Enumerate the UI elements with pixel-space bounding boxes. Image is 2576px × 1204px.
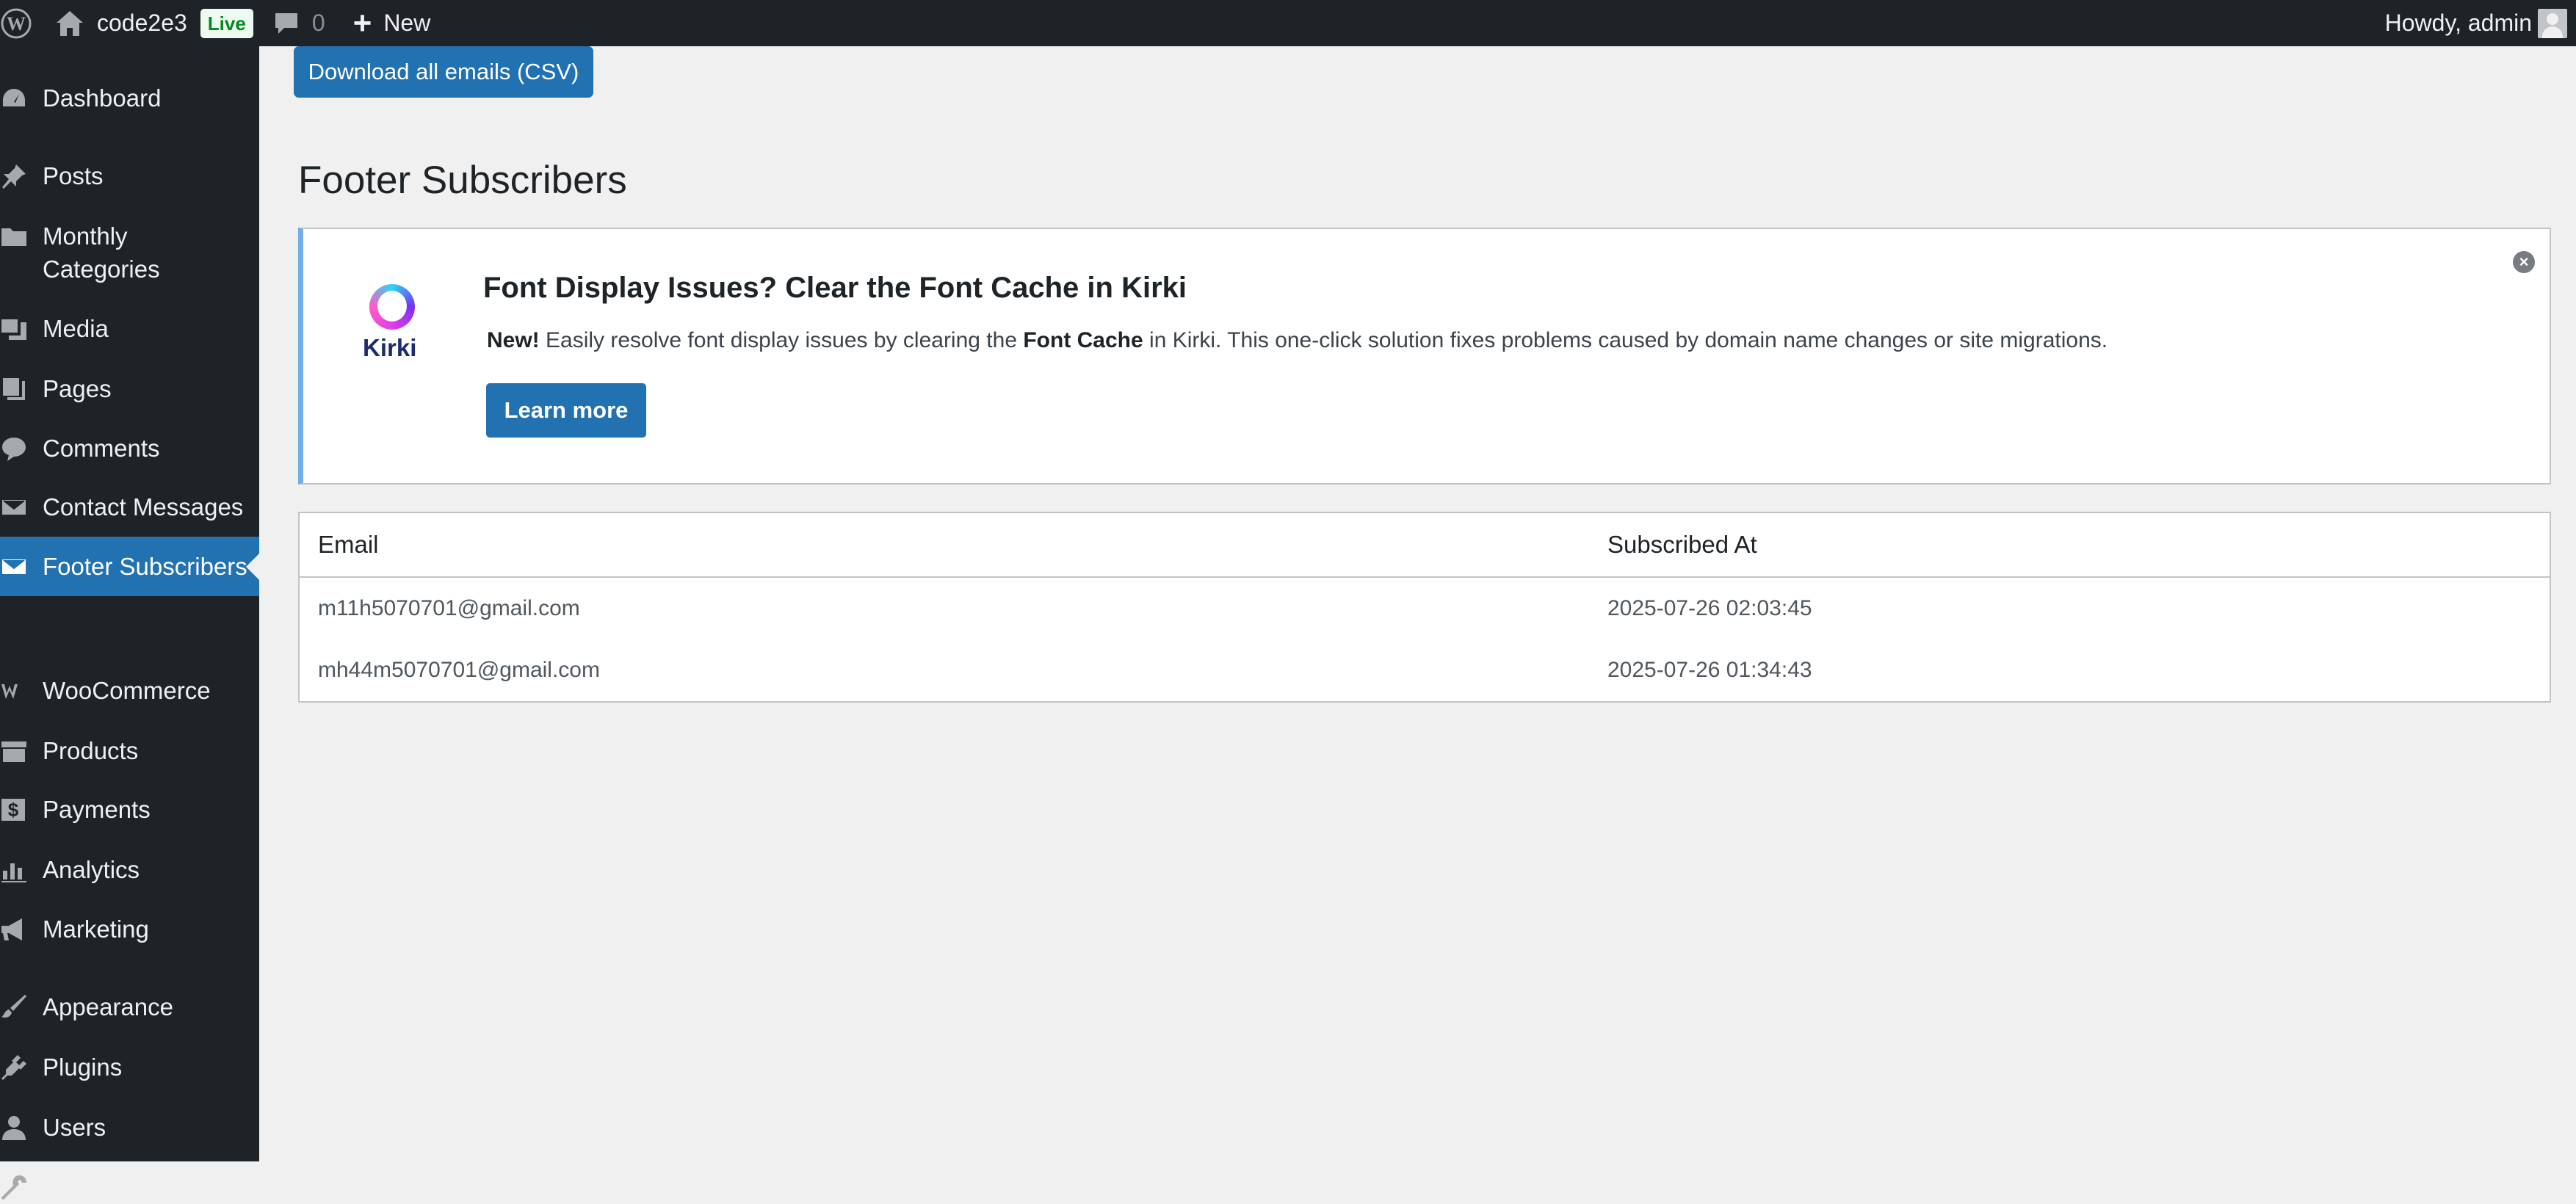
notice-text-part1: Easily resolve font display issues by cl… [539,328,1024,352]
learn-more-button[interactable]: Learn more [486,383,646,438]
plug-icon [0,1051,29,1084]
media-icon [0,312,29,345]
sidebar-item-label: Comments [43,435,160,462]
comments-count: 0 [311,10,325,36]
comment-icon [0,432,29,465]
account-menu[interactable]: Howdy, admin [2385,0,2532,46]
dollar-icon: $ [0,793,29,826]
notice-new-label: New! [487,328,540,352]
sidebar-item-monthly-categories[interactable]: Monthly Categories [0,220,259,286]
cell-subscribed-at: 2025-07-26 01:34:43 [1607,658,1812,682]
sidebar-item-label: Products [43,737,139,764]
howdy-text: Howdy, admin [2384,10,2532,36]
cell-subscribed-at: 2025-07-26 02:03:45 [1607,596,1812,620]
sidebar-item-label: WooCommerce [43,677,211,704]
pin-icon [0,159,29,192]
page-title: Footer Subscribers [298,159,627,202]
sidebar-item-footer-subscribers[interactable]: Footer Subscribers [0,537,259,596]
column-header-subscribed-at[interactable]: Subscribed At [1607,513,1757,576]
sidebar-item-label-line2: Categories [43,255,160,283]
sidebar-item-label: Media [43,315,109,342]
chart-icon [0,853,29,886]
user-icon [0,1111,29,1144]
kirki-logo: Kirki [358,284,424,369]
woo-icon [0,674,29,707]
sidebar-item-label: Analytics [43,856,140,883]
pages-icon [0,372,29,405]
notice-text-part2: in Kirki. This one-click solution fixes … [1143,328,2108,352]
admin-bar: W code2e3 Live 0 + New Howdy, admin [0,0,2576,46]
sidebar-item-label: Tools [43,1174,100,1201]
notice-title: Font Display Issues? Clear the Font Cach… [483,272,1187,304]
sidebar-item-label: Users [43,1114,106,1141]
subscribers-table: Email Subscribed At m11h5070701@gmail.co… [298,512,2551,703]
envelope-icon [0,537,29,596]
sidebar-item-label: Appearance [43,993,173,1020]
comments-link[interactable]: 0 [272,0,325,46]
kirki-logo-text: Kirki [363,334,417,361]
site-name: code2e3 [97,10,187,36]
svg-text:W: W [7,13,26,35]
table-header: Email Subscribed At [300,513,2550,578]
folder-icon [0,220,29,253]
cell-email: mh44m5070701@gmail.com [318,658,600,682]
home-icon [57,10,83,36]
svg-text:$: $ [8,799,19,821]
kirki-notice: Kirki Font Display Issues? Clear the Fon… [298,228,2551,485]
sidebar-item-label: Posts [43,162,104,189]
site-home-link[interactable]: code2e3 Live [54,0,253,46]
archive-icon [0,734,29,767]
table-row: m11h5070701@gmail.com 2025-07-26 02:03:4… [300,578,2550,639]
sidebar-item-label: Footer Subscribers [43,553,247,580]
table-row: mh44m5070701@gmail.com 2025-07-26 01:34:… [300,639,2550,701]
sidebar-item-label: Marketing [43,915,149,943]
comment-icon [275,12,297,34]
sidebar-item-label: Monthly [43,222,128,250]
notice-font-cache: Font Cache [1023,328,1143,352]
sidebar-item-label: Dashboard [43,84,162,112]
wordpress-logo-icon[interactable]: W [0,0,32,46]
admin-sidebar: Dashboard Posts Monthly Categories Media… [0,46,259,1201]
kirki-ring-icon [369,284,415,330]
sidebar-item-label: Contact Messages [43,493,244,521]
brush-icon [0,990,29,1023]
column-header-email[interactable]: Email [318,513,379,576]
close-icon[interactable]: × [2513,251,2535,273]
notice-text: New! Easily resolve font display issues … [487,328,2108,353]
sidebar-item-label: Pages [43,375,112,402]
cell-email: m11h5070701@gmail.com [318,596,580,620]
plus-icon: + [352,4,372,41]
live-badge: Live [200,8,253,38]
sidebar-item-label: Plugins [43,1054,123,1081]
megaphone-icon [0,913,29,946]
envelope-icon [0,490,29,523]
sidebar-item-label: Payments [43,796,151,823]
new-label: New [383,10,431,36]
download-csv-button[interactable]: Download all emails (CSV) [294,46,593,98]
new-content-link[interactable]: + New [353,0,431,46]
avatar[interactable] [2538,9,2567,38]
wrench-icon [0,1171,29,1204]
dashboard-icon [0,81,29,115]
